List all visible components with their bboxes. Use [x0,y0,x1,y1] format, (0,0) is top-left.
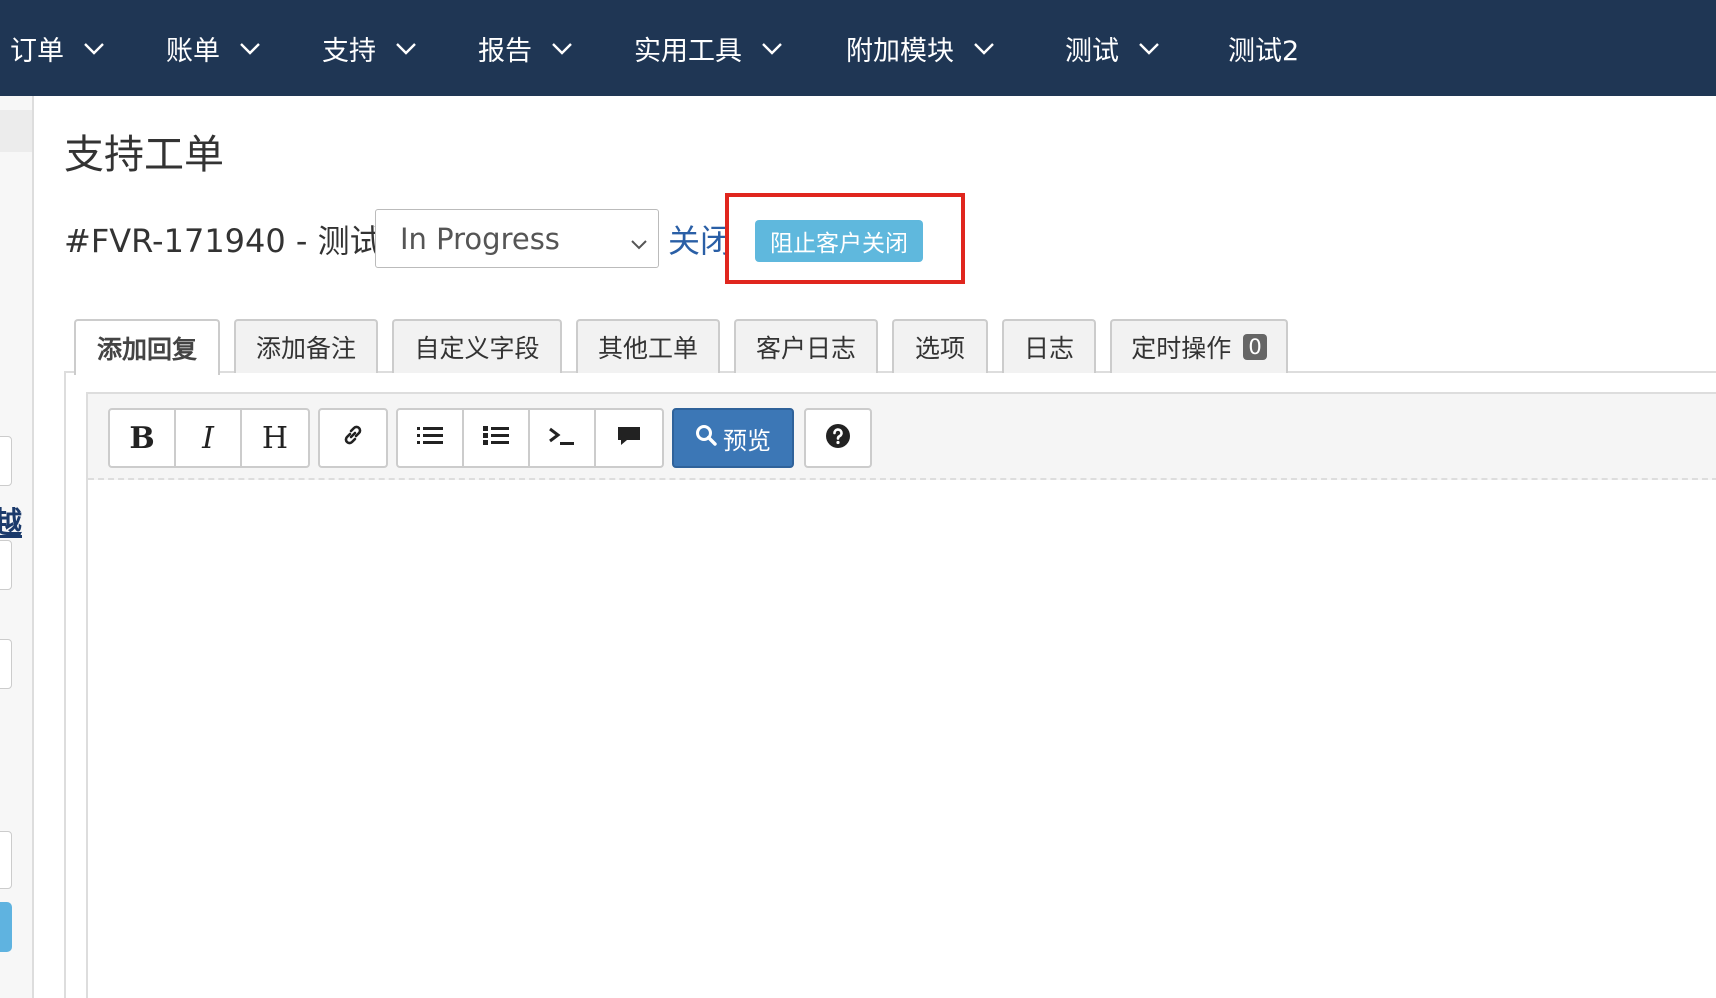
nav-item-label: 测试 [1065,35,1119,67]
tab-label: 添加备注 [255,334,356,363]
tab-custom-fields[interactable]: 自定义字段 [392,319,562,373]
nav-item-label: 订单 [10,35,64,67]
ordered-list-icon [417,421,443,456]
chevron-down-icon [760,36,784,60]
nav-item-addons[interactable]: 附加模块 [846,0,996,96]
status-select-value: In Progress [400,221,560,256]
sidebar-input[interactable] [0,831,12,889]
sidebar-select[interactable] [0,540,12,590]
status-select[interactable]: In Progress [375,209,659,268]
tab-label: 选项 [914,334,965,363]
tab-count-badge: 0 [1243,334,1267,360]
prevent-client-close-badge[interactable]: 阻止客户关闭 [755,220,923,262]
link-icon [340,421,366,456]
link-button[interactable] [320,410,386,466]
block-button-group [396,408,664,468]
nav-item-support[interactable]: 支持 [322,0,418,96]
reply-textarea[interactable] [88,482,1716,998]
unordered-list-icon [483,421,509,456]
italic-icon: I [202,420,214,456]
terminal-icon [548,421,576,456]
preview-button-label: 预览 [723,426,771,455]
close-ticket-link[interactable]: 关闭 [668,216,728,262]
nav-item-utilities[interactable]: 实用工具 [634,0,784,96]
format-button-group: B I H [108,408,310,468]
chevron-down-icon [628,228,650,250]
nav-item-test2[interactable]: 测试2 [1228,0,1299,96]
bold-button[interactable]: B [110,410,176,466]
code-button[interactable] [530,410,596,466]
top-navigation-bar: 订单 账单 支持 报告 实用工具 附加模块 测试 测试2 [0,0,1716,96]
chevron-down-icon [238,36,262,60]
nav-item-label: 实用工具 [634,35,742,67]
chevron-down-icon [394,36,418,60]
tab-other-tickets[interactable]: 其他工单 [576,319,720,373]
nav-item-reports[interactable]: 报告 [478,0,574,96]
markdown-editor: B I H 预览 [86,392,1716,998]
tab-log[interactable]: 日志 [1002,319,1096,373]
ordered-list-button[interactable] [398,410,464,466]
left-sidebar: 越 [0,96,34,998]
editor-toolbar: B I H 预览 [88,394,1716,480]
nav-item-billing[interactable]: 账单 [166,0,262,96]
chevron-down-icon [972,36,996,60]
sidebar-link[interactable]: 越 [0,498,22,542]
chevron-down-icon [82,36,106,60]
sidebar-select[interactable] [0,436,12,486]
tab-add-reply[interactable]: 添加回复 [74,319,220,375]
tab-label: 定时操作 [1131,334,1232,363]
tab-label: 其他工单 [597,334,698,363]
chevron-down-icon [1137,36,1161,60]
nav-item-test[interactable]: 测试 [1065,0,1161,96]
nav-item-label: 报告 [478,35,532,67]
quote-button[interactable] [596,410,662,466]
nav-item-orders[interactable]: 订单 [10,0,106,96]
tab-label: 日志 [1023,334,1074,363]
unordered-list-button[interactable] [464,410,530,466]
preview-button[interactable]: 预览 [672,408,794,468]
nav-item-label: 附加模块 [846,35,954,67]
bold-icon: B [129,420,155,456]
tab-client-log[interactable]: 客户日志 [734,319,878,373]
sidebar-row [0,110,32,152]
nav-item-label: 支持 [322,35,376,67]
sidebar-button[interactable] [0,902,12,952]
italic-button[interactable]: I [176,410,242,466]
comment-icon [616,421,642,456]
help-button[interactable] [804,408,872,468]
tab-label: 自定义字段 [414,334,540,363]
question-circle-icon [825,423,851,453]
tab-add-note[interactable]: 添加备注 [234,319,378,373]
tab-options[interactable]: 选项 [892,319,988,373]
sidebar-select[interactable] [0,639,12,689]
page-title: 支持工单 [64,132,224,178]
ticket-id-subject: #FVR-171940 - 测试 [64,222,382,260]
link-button-group [318,408,388,468]
search-icon [695,424,723,452]
tab-label: 客户日志 [755,334,856,363]
heading-icon: H [261,420,289,456]
heading-button[interactable]: H [242,410,308,466]
tab-label: 添加回复 [96,335,197,364]
nav-item-label: 测试2 [1228,35,1300,67]
chevron-down-icon [550,36,574,60]
nav-item-label: 账单 [166,35,220,67]
tab-scheduled-actions[interactable]: 定时操作 0 [1110,319,1288,373]
